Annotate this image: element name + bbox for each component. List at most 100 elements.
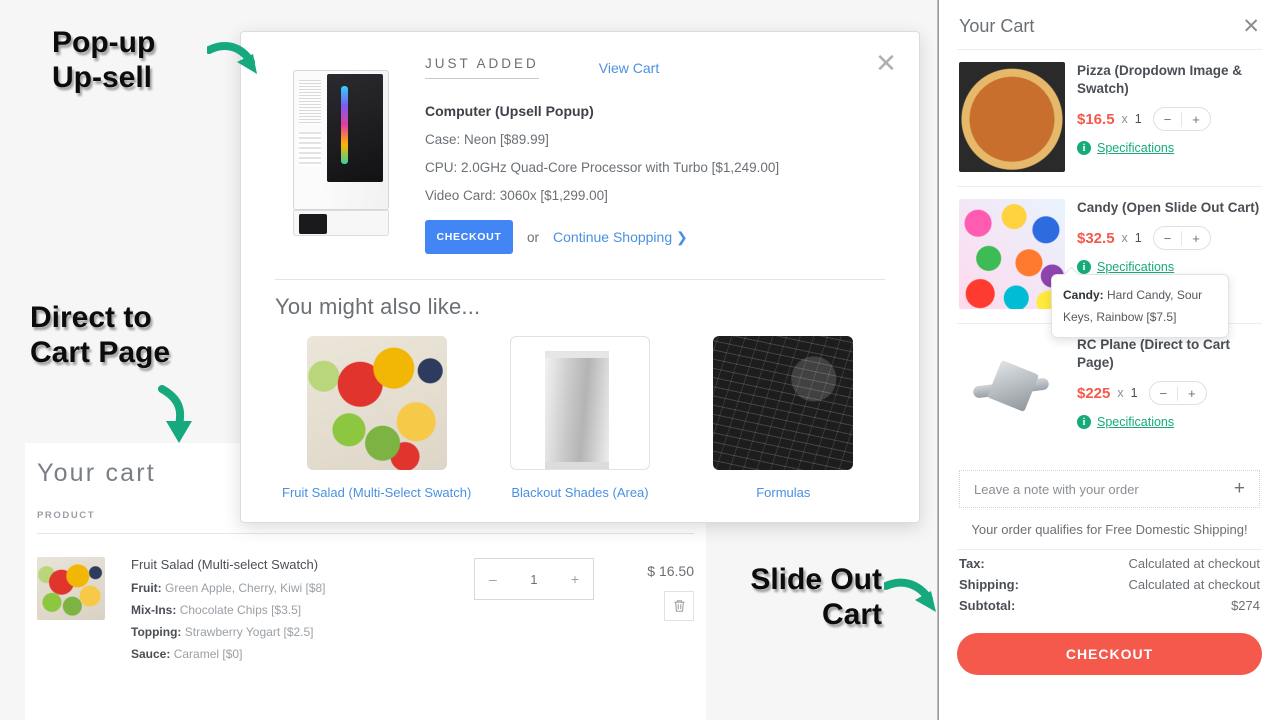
annotation-line: Slide Out (750, 563, 882, 596)
popup-header-row: JUST ADDED View Cart (425, 56, 889, 79)
option-value: Green Apple, Cherry, Kiwi [$8] (165, 581, 326, 595)
remove-item-button[interactable] (664, 591, 694, 621)
computer-base-cutout (299, 214, 327, 234)
recommendation-item[interactable]: Formulas (682, 336, 885, 505)
cart-page-option: Mix-Ins: Chocolate Chips [$3.5] (131, 603, 474, 617)
specifications-link[interactable]: Specifications (1097, 260, 1174, 274)
option-label: Fruit: (131, 581, 162, 595)
increase-quantity-button[interactable]: + (571, 571, 579, 587)
decrease-quantity-button[interactable]: – (489, 571, 497, 587)
slide-cart-specs-row[interactable]: i Specifications (1077, 260, 1260, 275)
slide-cart-item: Pizza (Dropdown Image & Swatch) $16.5 x … (957, 49, 1262, 186)
slide-cart-checkout-button[interactable]: CHECKOUT (957, 633, 1262, 675)
slide-cart-title: Your Cart (959, 16, 1035, 36)
info-icon: i (1077, 260, 1091, 275)
totals-label: Tax: (959, 556, 985, 571)
cart-page-row: Fruit Salad (Multi-select Swatch) Fruit:… (25, 534, 706, 669)
popup-cta-row: CHECKOUT or Continue Shopping ❯ (425, 220, 889, 254)
annotation-line: Pop-up (52, 26, 156, 59)
option-value: Strawberry Yogart [$2.5] (184, 625, 314, 639)
increase-quantity-button[interactable]: + (1182, 112, 1210, 127)
trash-icon (674, 600, 684, 612)
totals-label: Subtotal: (959, 598, 1016, 613)
slide-cart-specs-row[interactable]: i Specifications (1077, 141, 1260, 156)
computer-product-image (275, 64, 405, 236)
multiply-symbol: x (1117, 386, 1124, 401)
computer-glass-panel (327, 74, 383, 182)
totals-value: Calculated at checkout (1128, 577, 1260, 592)
recommendations-list: Fruit Salad (Multi-Select Swatch) Blacko… (241, 320, 919, 505)
specifications-tooltip: Candy: Hard Candy, Sour Keys, Rainbow [$… (1051, 274, 1229, 339)
close-slide-cart-button[interactable]: ✕ (1242, 16, 1260, 37)
option-value: Caramel [$0] (173, 647, 243, 661)
annotation-line: Cart Page (30, 336, 171, 370)
quantity-stepper[interactable]: − + (1152, 226, 1211, 251)
cart-page-option: Sauce: Caramel [$0] (131, 647, 474, 661)
decrease-quantity-button[interactable]: − (1150, 386, 1178, 401)
annotation-line: Direct to (30, 301, 152, 334)
view-cart-link[interactable]: View Cart (599, 60, 659, 76)
specifications-link[interactable]: Specifications (1097, 141, 1174, 155)
multiply-symbol: x (1121, 112, 1128, 127)
formulas-image[interactable] (713, 336, 854, 470)
increase-quantity-button[interactable]: + (1182, 231, 1210, 246)
specifications-link[interactable]: Specifications (1097, 415, 1174, 429)
cart-page-row-name: Fruit Salad (Multi-select Swatch) (131, 557, 319, 572)
popup-product-option: Video Card: 3060x [$1,299.00] (425, 188, 608, 203)
decrease-quantity-button[interactable]: − (1154, 112, 1182, 127)
totals-row: Subtotal: $274 (957, 592, 1262, 613)
slide-cart-item-qty: 1 (1134, 112, 1142, 127)
fruit-salad-image[interactable] (306, 336, 447, 470)
option-label: Topping: (131, 625, 182, 639)
increase-quantity-button[interactable]: + (1178, 386, 1206, 401)
rc-plane-image[interactable] (959, 336, 1065, 446)
slide-out-cart: Your Cart ✕ Pizza (Dropdown Image & Swat… (939, 0, 1280, 720)
annotation-line: Cart (821, 598, 882, 632)
recommendation-item[interactable]: Blackout Shades (Area) (478, 336, 681, 505)
cart-page-row-price: $ 16.50 (647, 563, 694, 579)
recommendation-item[interactable]: Fruit Salad (Multi-Select Swatch) (275, 336, 478, 505)
slide-cart-item-price: $32.5 (1077, 229, 1115, 247)
order-note-placeholder: Leave a note with your order (974, 481, 1139, 497)
upsell-popup: ✕ JUST ADDED View Cart Computer (Upsell … (240, 31, 920, 523)
slide-cart-item-name: Candy (Open Slide Out Cart) (1077, 200, 1260, 215)
arrow-to-slide-cart-icon (884, 578, 936, 612)
slide-cart-item-price: $16.5 (1077, 110, 1115, 128)
slide-cart-item-name: RC Plane (Direct to Cart Page) (1077, 337, 1231, 371)
slide-cart-item-info: Pizza (Dropdown Image & Swatch) $16.5 x … (1065, 62, 1260, 172)
info-icon: i (1077, 141, 1091, 156)
quantity-stepper[interactable]: − + (1152, 107, 1211, 132)
recommendation-label[interactable]: Fruit Salad (Multi-Select Swatch) (275, 480, 478, 505)
computer-rgb-strip (341, 86, 348, 164)
cart-page-quantity-stepper[interactable]: – 1 + (474, 558, 594, 600)
recommendation-label[interactable]: Blackout Shades (Area) (478, 480, 681, 505)
continue-shopping-link[interactable]: Continue Shopping ❯ (553, 229, 688, 246)
popup-product-title: Computer (Upsell Popup) (425, 103, 594, 119)
multiply-symbol: x (1121, 231, 1128, 246)
computer-expansion-slots (299, 132, 321, 166)
fruit-salad-thumbnail (37, 557, 105, 620)
blackout-shades-image[interactable] (509, 336, 650, 470)
free-shipping-message: Your order qualifies for Free Domestic S… (957, 508, 1262, 550)
quantity-value[interactable]: 1 (530, 572, 537, 587)
add-note-button[interactable]: + (1234, 478, 1245, 500)
slide-cart-item-price: $225 (1077, 384, 1111, 402)
candy-image[interactable] (959, 199, 1065, 309)
order-note-field[interactable]: Leave a note with your order + (959, 470, 1260, 508)
popup-info: JUST ADDED View Cart Computer (Upsell Po… (405, 56, 889, 254)
option-value: Chocolate Chips [$3.5] (179, 603, 302, 617)
computer-vent (299, 80, 321, 124)
slide-cart-specs-row[interactable]: i Specifications (1077, 415, 1260, 430)
quantity-stepper[interactable]: − + (1148, 381, 1207, 406)
slide-cart-header: Your Cart ✕ (957, 0, 1262, 49)
annotation-direct-to-cart: Direct to Cart Page (30, 300, 170, 371)
slide-cart-price-row: $225 x 1 − + (1077, 381, 1260, 406)
popup-checkout-button[interactable]: CHECKOUT (425, 220, 513, 254)
cart-page-option: Fruit: Green Apple, Cherry, Kiwi [$8] (131, 581, 474, 595)
main-stage: Your cart PRODUCT Fruit Salad (Multi-sel… (0, 0, 939, 720)
totals-row: Shipping: Calculated at checkout (957, 571, 1262, 592)
decrease-quantity-button[interactable]: − (1154, 231, 1182, 246)
recommendation-label[interactable]: Formulas (682, 480, 885, 505)
recommendations-title: You might also like... (275, 294, 481, 319)
pizza-image[interactable] (959, 62, 1065, 172)
